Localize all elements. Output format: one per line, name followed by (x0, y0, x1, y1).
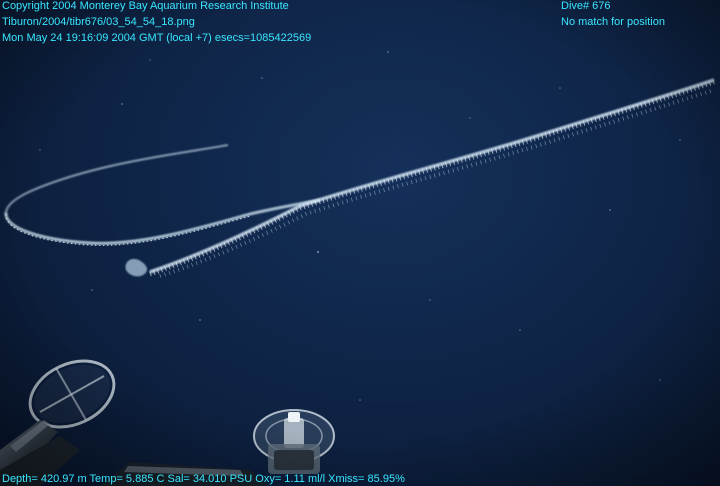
copyright-text: Copyright 2004 Monterey Bay Aquarium Res… (2, 0, 289, 12)
timestamp-text: Mon May 24 19:16:09 2004 GMT (local +7) … (2, 32, 312, 44)
position-status-text: No match for position (561, 16, 665, 28)
underwater-scene (0, 0, 720, 486)
video-frame: Copyright 2004 Monterey Bay Aquarium Res… (0, 0, 720, 486)
file-path-text: Tiburon/2004/tibr676/03_54_54_18.png (2, 16, 195, 28)
telemetry-text: Depth= 420.97 m Temp= 5.885 C Sal= 34.01… (2, 473, 405, 485)
dive-number-text: Dive# 676 (561, 0, 611, 12)
